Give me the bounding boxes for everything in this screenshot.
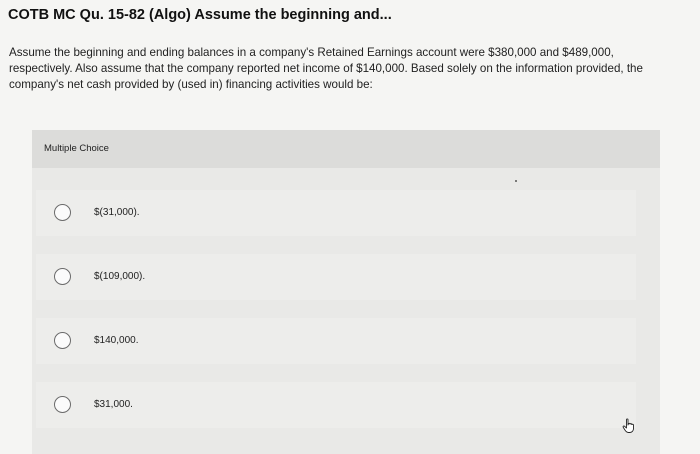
screen-speck	[515, 180, 517, 182]
radio-button[interactable]	[54, 268, 71, 285]
choice-option-text: $(109,000).	[94, 271, 146, 282]
multiple-choice-label: Multiple Choice	[44, 143, 109, 154]
radio-button[interactable]	[54, 396, 71, 413]
choice-option-1[interactable]: $(31,000).	[36, 190, 636, 236]
choice-option-text: $(31,000).	[94, 207, 140, 218]
radio-button[interactable]	[54, 204, 71, 221]
choice-option-4[interactable]: $31,000.	[36, 382, 636, 428]
question-text: Assume the beginning and ending balances…	[9, 46, 643, 91]
choice-option-text: $31,000.	[94, 399, 133, 410]
question-page: COTB MC Qu. 15-82 (Algo) Assume the begi…	[0, 0, 700, 454]
hand-pointer-icon	[622, 418, 634, 433]
choice-option-text: $140,000.	[94, 335, 139, 346]
multiple-choice-panel: Multiple Choice $(31,000). $(109,000). $…	[32, 130, 660, 454]
question-title: COTB MC Qu. 15-82 (Algo) Assume the begi…	[8, 7, 392, 23]
panel-header: Multiple Choice	[32, 130, 660, 168]
choice-option-2[interactable]: $(109,000).	[36, 254, 636, 300]
choice-option-3[interactable]: $140,000.	[36, 318, 636, 364]
radio-button[interactable]	[54, 332, 71, 349]
